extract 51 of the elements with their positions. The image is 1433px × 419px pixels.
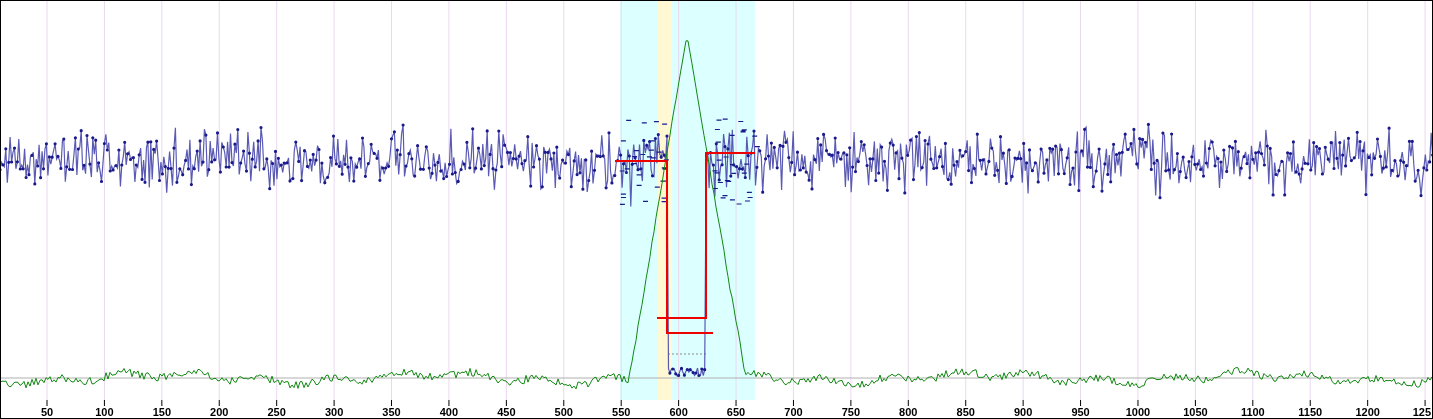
- axis-tick: [850, 399, 852, 407]
- axis-label: 950: [1071, 406, 1090, 418]
- axis-tick: [391, 399, 392, 407]
- axis-tick: [965, 399, 967, 407]
- axis-tick: [907, 399, 909, 407]
- axis-label: 350: [382, 406, 401, 418]
- axis-tick: [735, 399, 737, 407]
- axis-label: 50: [40, 406, 54, 418]
- axis-label: 1050: [1183, 406, 1208, 418]
- axis-label: 150: [152, 406, 171, 418]
- axis-tick: [563, 399, 565, 407]
- axis-tick: [505, 399, 507, 407]
- axis-tick: [1309, 399, 1311, 407]
- axis-label: 400: [439, 406, 459, 418]
- axis-tick: [678, 399, 680, 407]
- axis-label: 250: [267, 406, 286, 418]
- axis-tick: [1367, 399, 1369, 407]
- axis-label: 900: [1013, 406, 1033, 418]
- axis-label: 800: [899, 406, 918, 418]
- axis-tick: [620, 399, 622, 407]
- axis-tick: [1252, 399, 1254, 407]
- axis-label: 700: [784, 406, 803, 418]
- axis-tick: [103, 399, 105, 407]
- axis-label: 850: [956, 406, 975, 418]
- axis-tick: [276, 399, 278, 407]
- axis-label: 100: [95, 406, 114, 418]
- axis-label: 500: [554, 406, 573, 418]
- axis-label: 550: [612, 406, 631, 418]
- axis-tick: [1194, 399, 1196, 407]
- reference-line: [667, 353, 707, 355]
- axis-tick: [448, 399, 450, 407]
- axis-label: 300: [324, 406, 344, 418]
- axis-tick: [46, 399, 48, 407]
- axis-label: 650: [726, 406, 746, 418]
- axis-label: 1100: [1240, 406, 1265, 418]
- axis-tick: [792, 399, 794, 407]
- axis-tick: [1022, 399, 1024, 407]
- axis-tick: [218, 399, 220, 407]
- axis-tick: [161, 399, 163, 407]
- axis-tick: [1137, 399, 1139, 407]
- axis-tick: [1424, 399, 1426, 407]
- axis-label: 1000: [1125, 406, 1151, 418]
- axis-label: 600: [669, 406, 688, 418]
- axis-label: 750: [841, 406, 861, 418]
- axis-label: 450: [497, 406, 516, 418]
- axis-tick: [1080, 399, 1082, 407]
- axis-label: 1150: [1298, 406, 1323, 418]
- axis-label: 200: [210, 406, 229, 418]
- axis-label: 1200: [1355, 406, 1380, 418]
- axis-tick: [333, 399, 335, 407]
- axis-label: 125: [1412, 406, 1431, 418]
